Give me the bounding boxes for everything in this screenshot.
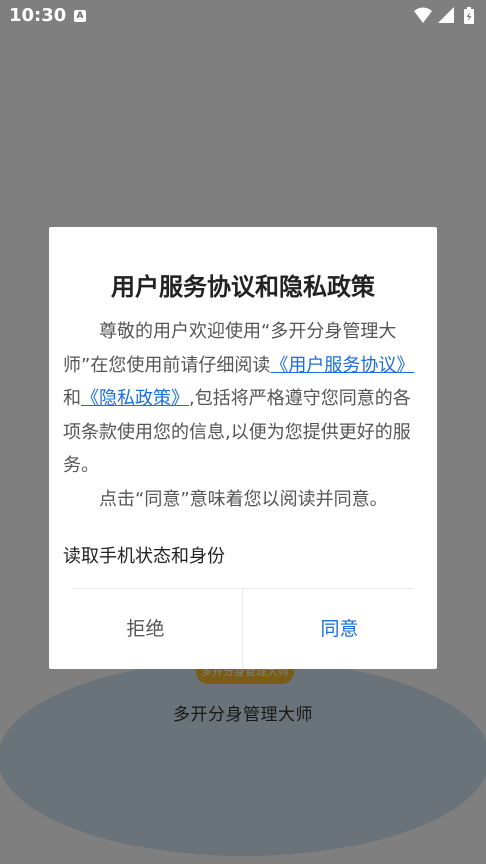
user-agreement-link[interactable]: 《用户服务协议》 bbox=[270, 355, 414, 376]
status-bar: 10:30 A bbox=[0, 0, 486, 32]
reject-button[interactable]: 拒绝 bbox=[49, 589, 242, 669]
body-text-and: 和 bbox=[63, 388, 81, 409]
wifi-icon bbox=[414, 7, 432, 23]
agreement-paragraph: 尊敬的用户欢迎使用“多开分身管理大师”在您使用前请仔细阅读《用户服务协议》和《隐… bbox=[63, 315, 419, 483]
status-time: 10:30 bbox=[9, 5, 67, 26]
agree-button[interactable]: 同意 bbox=[243, 589, 436, 669]
dialog-title: 用户服务协议和隐私政策 bbox=[111, 273, 375, 301]
battery-icon bbox=[464, 7, 474, 24]
dialog-body: 尊敬的用户欢迎使用“多开分身管理大师”在您使用前请仔细阅读《用户服务协议》和《隐… bbox=[63, 315, 419, 516]
privacy-policy-link[interactable]: 《隐私政策》 bbox=[81, 388, 189, 409]
consent-paragraph: 点击“同意”意味着您以阅读并同意。 bbox=[99, 488, 388, 510]
status-icons bbox=[412, 6, 480, 30]
dialog-button-row: 拒绝 同意 bbox=[49, 589, 437, 669]
agreement-dialog: 用户服务协议和隐私政策 尊敬的用户欢迎使用“多开分身管理大师”在您使用前请仔细阅… bbox=[49, 227, 437, 669]
notification-icon: A bbox=[74, 10, 86, 22]
permission-text: 读取手机状态和身份 bbox=[63, 546, 225, 567]
signal-icon bbox=[438, 7, 454, 23]
